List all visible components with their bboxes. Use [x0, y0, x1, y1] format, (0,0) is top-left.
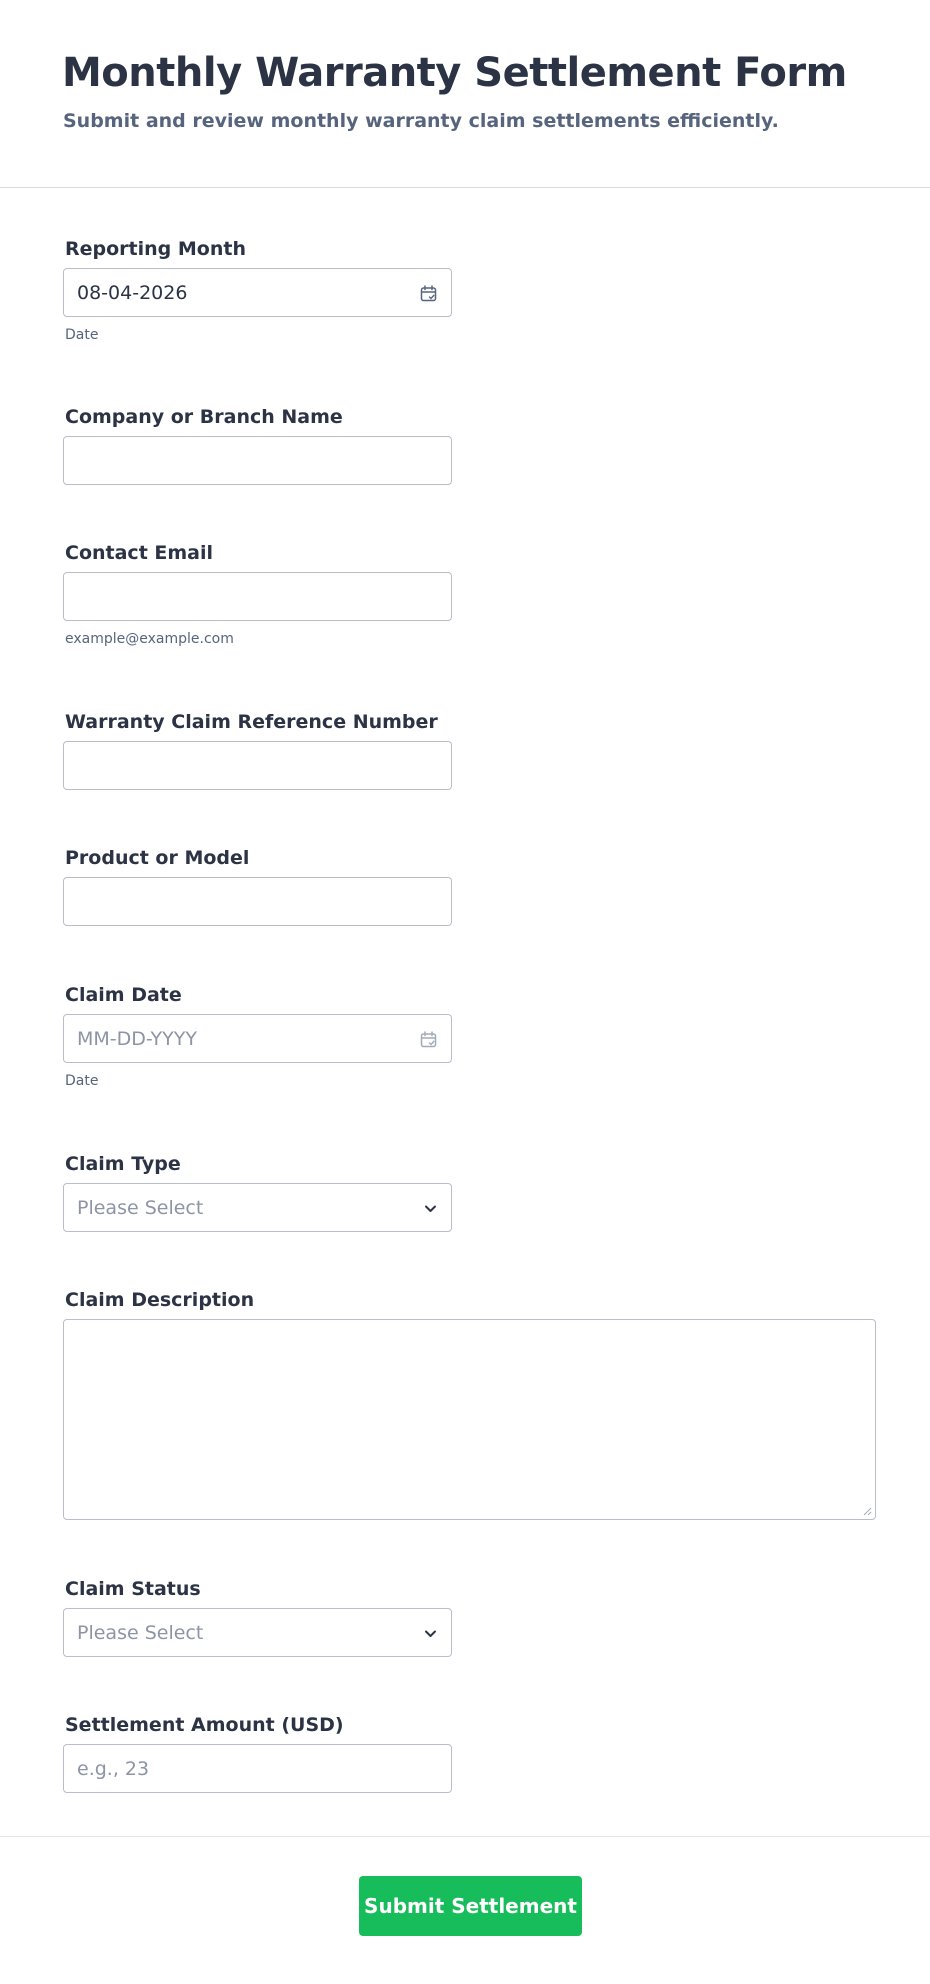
claim-type-label: Claim Type: [65, 1153, 181, 1175]
contact-email-label: Contact Email: [65, 542, 214, 564]
resize-grip-icon[interactable]: [862, 1506, 872, 1516]
product-model-input[interactable]: [63, 877, 452, 926]
claim-date-label: Claim Date: [65, 984, 182, 1006]
claim-status-label: Claim Status: [65, 1578, 201, 1600]
claim-status-placeholder: Please Select: [77, 1622, 204, 1644]
company-name-label: Company or Branch Name: [65, 406, 343, 428]
claim-date-input[interactable]: MM-DD-YYYY: [63, 1014, 452, 1063]
calendar-icon[interactable]: [420, 1031, 437, 1048]
product-model-label: Product or Model: [65, 847, 250, 869]
form-header: Monthly Warranty Settlement Form Submit …: [0, 0, 930, 188]
claim-reference-label: Warranty Claim Reference Number: [65, 711, 438, 733]
company-name-input[interactable]: [63, 436, 452, 485]
settlement-amount-input[interactable]: e.g., 23: [63, 1744, 452, 1793]
settlement-amount-placeholder: e.g., 23: [77, 1758, 150, 1780]
claim-status-select[interactable]: Please Select: [63, 1608, 452, 1657]
page-title: Monthly Warranty Settlement Form: [62, 50, 847, 96]
chevron-down-icon[interactable]: [423, 1626, 438, 1641]
claim-description-textarea[interactable]: [63, 1319, 876, 1520]
chevron-down-icon[interactable]: [423, 1201, 438, 1216]
claim-type-select[interactable]: Please Select: [63, 1183, 452, 1232]
contact-email-input[interactable]: [63, 572, 452, 621]
claim-type-placeholder: Please Select: [77, 1197, 204, 1219]
reporting-month-value: 08-04-2026: [77, 282, 188, 304]
reporting-month-input[interactable]: 08-04-2026: [63, 268, 452, 317]
claim-description-label: Claim Description: [65, 1289, 255, 1311]
reporting-month-sublabel: Date: [65, 327, 99, 343]
contact-email-sublabel: example@example.com: [65, 631, 234, 647]
claim-date-sublabel: Date: [65, 1073, 99, 1089]
reporting-month-label: Reporting Month: [65, 238, 246, 260]
calendar-icon[interactable]: [420, 285, 437, 302]
submit-settlement-button[interactable]: Submit Settlement: [359, 1876, 582, 1936]
settlement-amount-label: Settlement Amount (USD): [65, 1714, 344, 1736]
page-subtitle: Submit and review monthly warranty claim…: [63, 110, 779, 132]
claim-reference-input[interactable]: [63, 741, 452, 790]
form-footer: Submit Settlement: [0, 1836, 930, 1984]
claim-date-placeholder: MM-DD-YYYY: [77, 1028, 197, 1050]
